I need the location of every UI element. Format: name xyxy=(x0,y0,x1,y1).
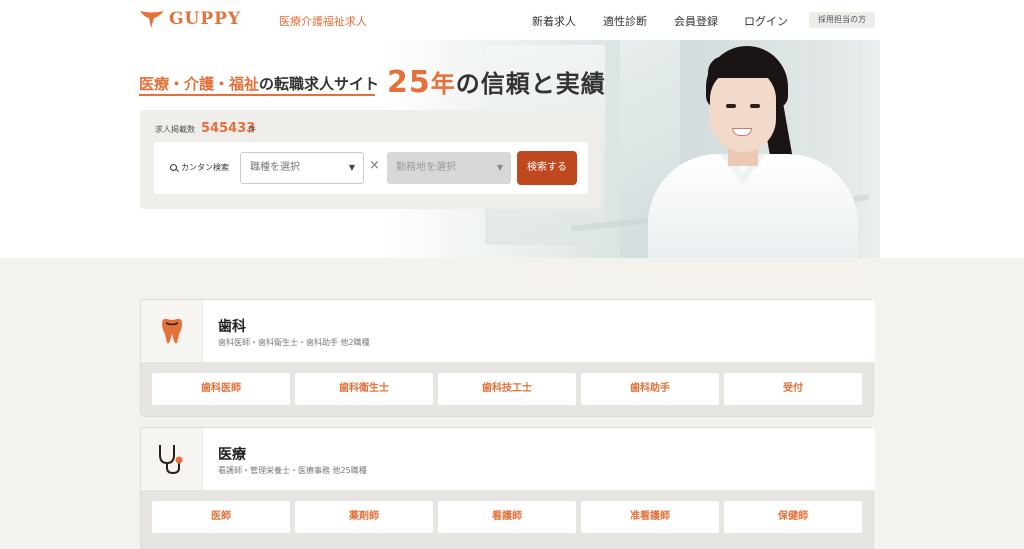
job-chip-dental-hygienist[interactable]: 歯科衛生士 xyxy=(295,373,433,405)
search-icon xyxy=(170,164,177,171)
nurse-photo xyxy=(648,46,858,258)
job-chip-dental-assistant[interactable]: 歯科助手 xyxy=(581,373,719,405)
job-chip-dental-technician[interactable]: 歯科技工士 xyxy=(438,373,576,405)
job-chip-public-health-nurse[interactable]: 保健師 xyxy=(724,501,862,533)
hero-tagline: 医療・介護・福祉の転職求人サイト xyxy=(139,75,380,93)
logo-text: GUPPY xyxy=(169,9,242,29)
category-card-medical: 医療 看護師・管理栄養士・医療事務 他25職種 医師 薬剤師 看護師 准看護師 … xyxy=(140,427,875,549)
job-type-select[interactable]: 職種を選択 ▼ xyxy=(240,152,364,184)
job-chip-pharmacist[interactable]: 薬剤師 xyxy=(295,501,433,533)
job-count-label: 求人掲載数 xyxy=(155,125,195,134)
times-icon: × xyxy=(369,158,380,173)
location-select[interactable]: 勤務地を選択 ▼ xyxy=(387,152,511,184)
nav-register[interactable]: 会員登録 xyxy=(674,13,718,29)
job-chip-nurse[interactable]: 看護師 xyxy=(438,501,576,533)
search-button[interactable]: 検索する xyxy=(517,151,577,185)
job-chip-receptionist[interactable]: 受付 xyxy=(724,373,862,405)
nav-aptitude-test[interactable]: 適性診断 xyxy=(603,13,647,29)
category-title: 歯科 xyxy=(218,319,246,335)
category-card-dental: 歯科 歯科医師・歯科衛生士・歯科助手 他2職種 歯科医師 歯科衛生士 歯科技工士… xyxy=(140,299,875,417)
guppy-fish-icon xyxy=(140,11,164,28)
job-chip-dentist[interactable]: 歯科医師 xyxy=(152,373,290,405)
job-chip-doctor[interactable]: 医師 xyxy=(152,501,290,533)
guppy-logo[interactable]: GUPPY xyxy=(139,9,241,29)
chevron-down-icon: ▼ xyxy=(348,163,355,172)
quick-search-label: カンタン検索 xyxy=(170,162,229,173)
header-subtitle[interactable]: 医療介護福祉求人 xyxy=(279,13,367,29)
recruiter-button[interactable]: 採用担当の方 xyxy=(809,12,875,28)
stethoscope-icon xyxy=(159,445,183,475)
tagline-underline xyxy=(139,94,375,96)
search-panel: 求人掲載数 545433 件 カンタン検索 職種を選択 ▼ × 勤務地を選択 ▼… xyxy=(140,110,601,209)
search-form: カンタン検索 職種を選択 ▼ × 勤務地を選択 ▼ 検索する xyxy=(154,142,588,194)
job-chip-assistant-nurse[interactable]: 准看護師 xyxy=(581,501,719,533)
site-header: GUPPY 医療介護福祉求人 新着求人 適性診断 会員登録 ログイン 採用担当の… xyxy=(0,0,1024,40)
category-description: 歯科医師・歯科衛生士・歯科助手 他2職種 xyxy=(218,338,370,347)
chevron-down-icon: ▼ xyxy=(496,163,503,172)
tooth-icon xyxy=(162,318,182,344)
nav-login[interactable]: ログイン xyxy=(744,13,788,29)
nav-new-jobs[interactable]: 新着求人 xyxy=(532,13,576,29)
category-title: 医療 xyxy=(218,447,246,463)
job-count-unit: 件 xyxy=(248,125,256,134)
hero-trust-heading: 25年の信頼と実績 xyxy=(387,65,606,100)
category-description: 看護師・管理栄養士・医療事務 他25職種 xyxy=(218,466,367,475)
